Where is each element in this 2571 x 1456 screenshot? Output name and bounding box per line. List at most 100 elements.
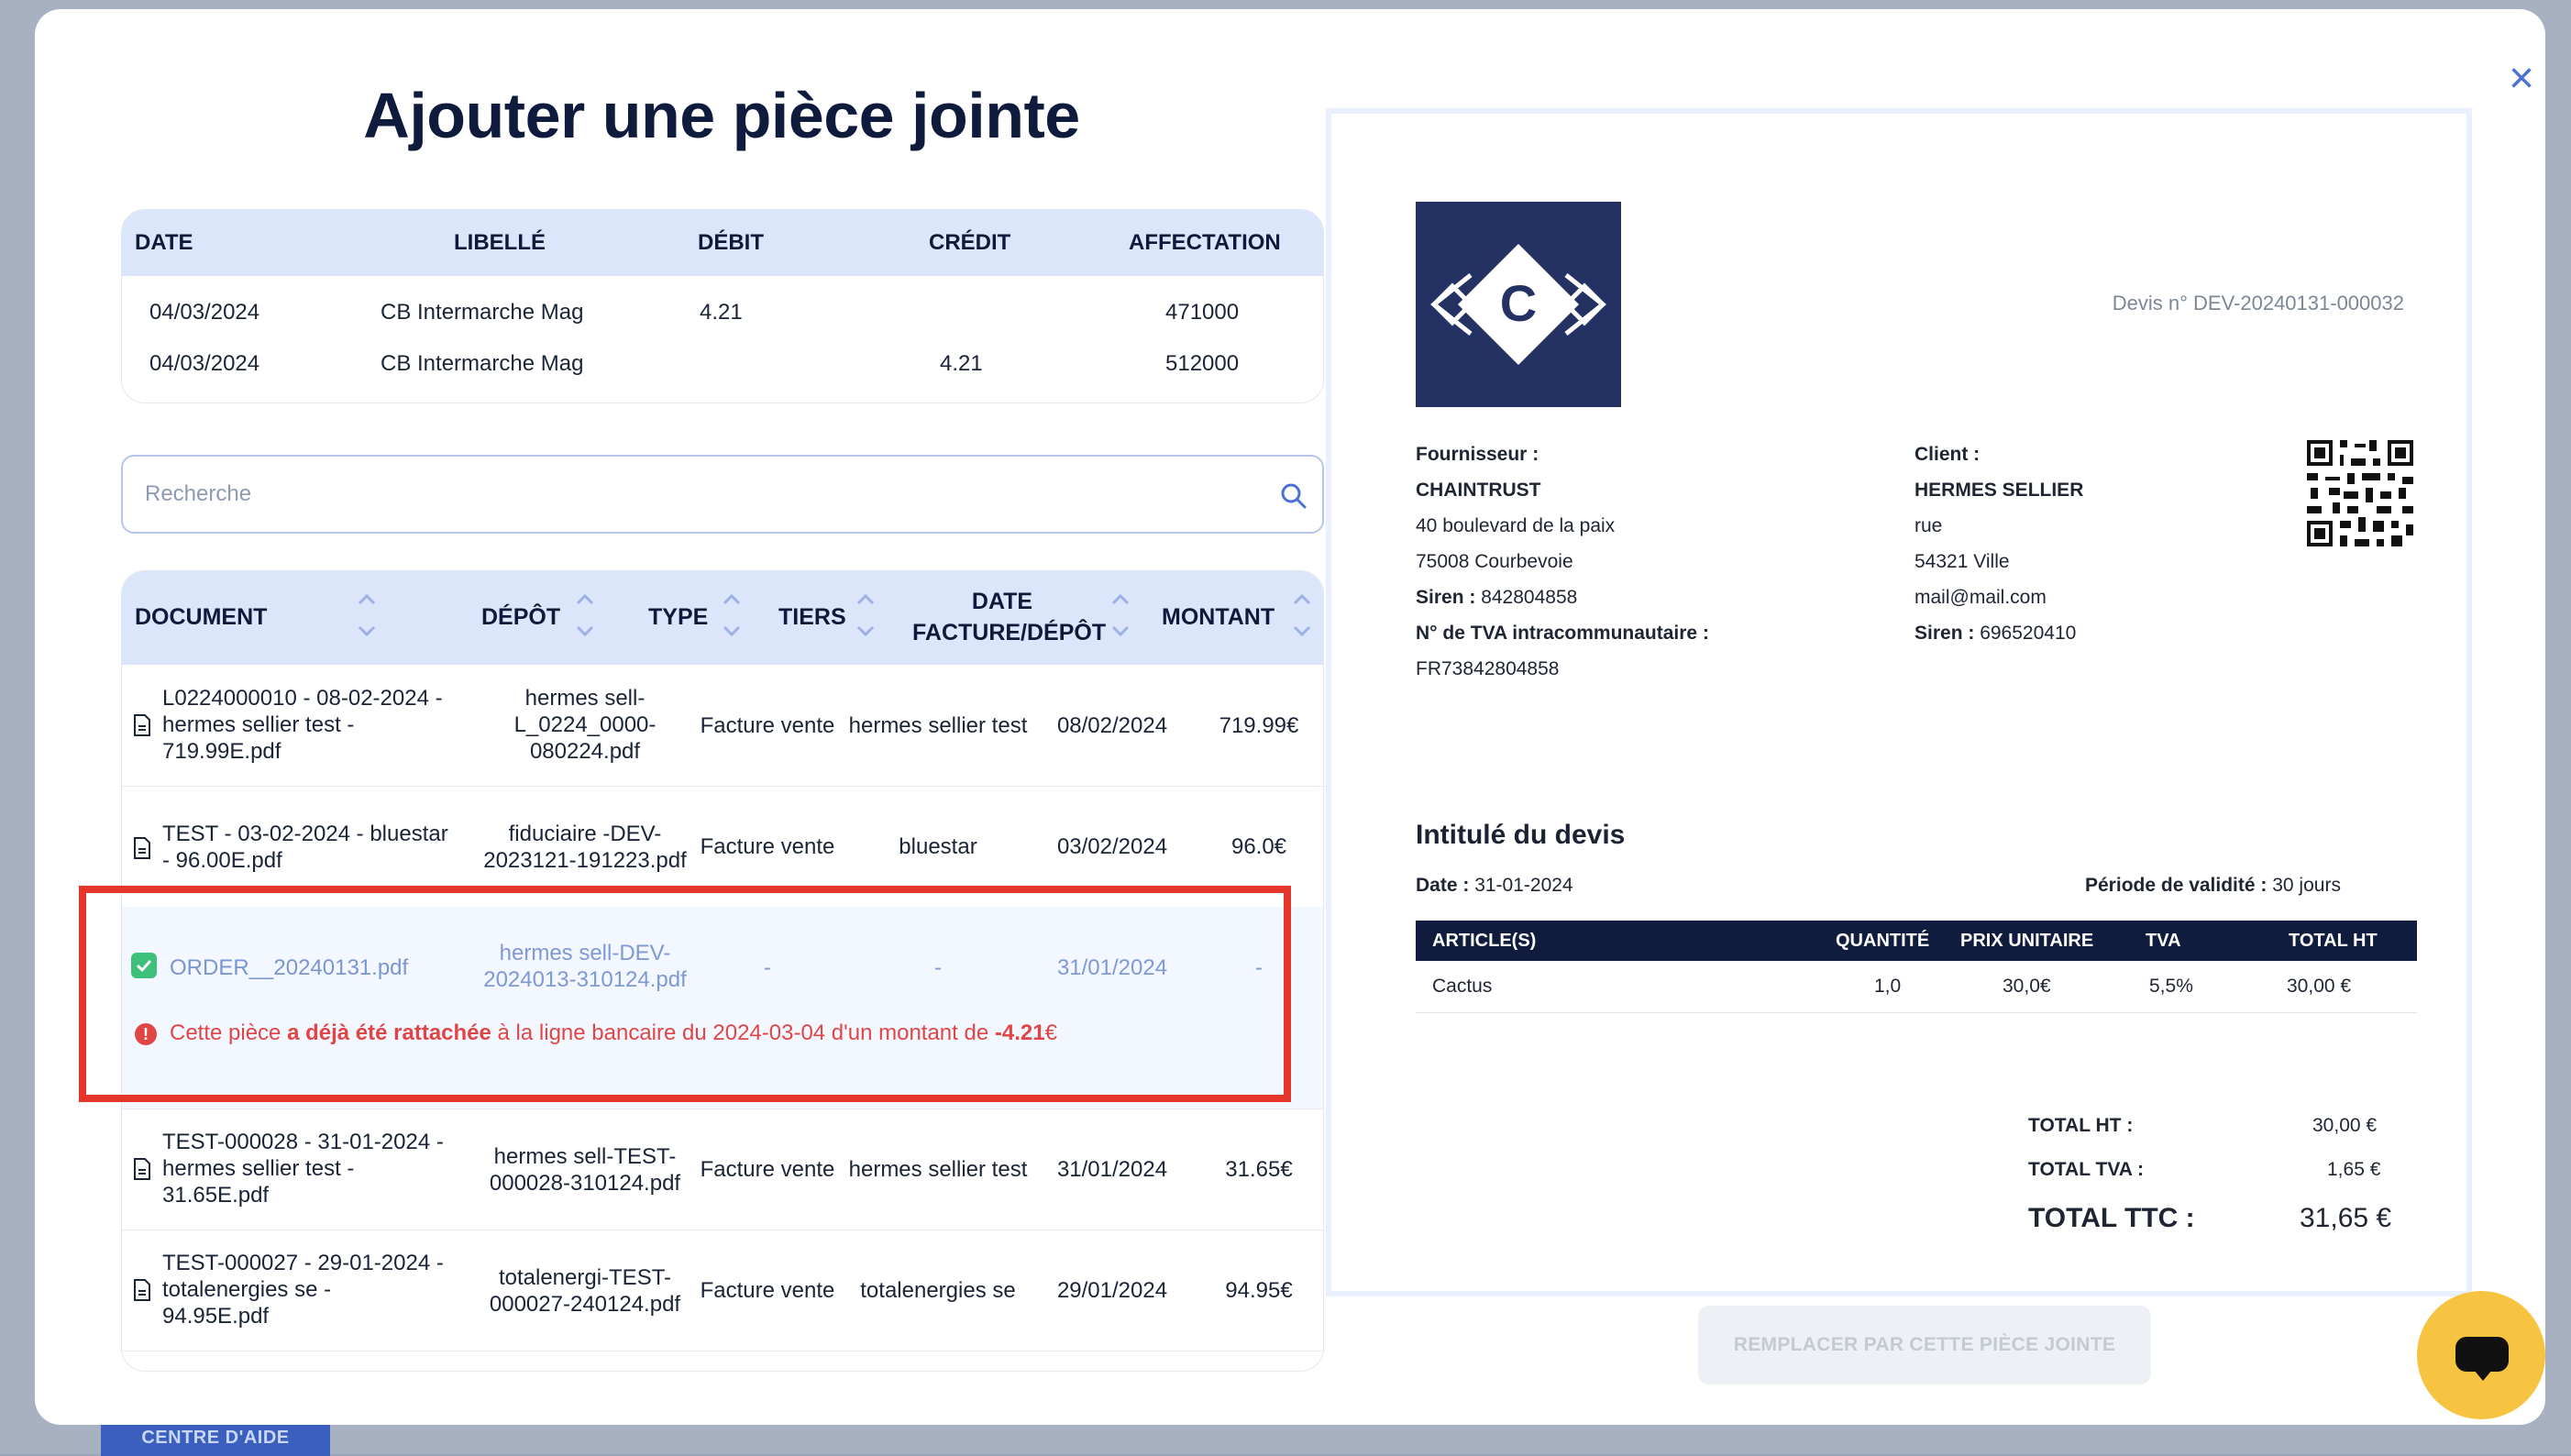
date-cell: 03/02/2024 [1056, 834, 1168, 859]
chat-bubble-icon[interactable] [2417, 1291, 2545, 1419]
col-type: TYPE [648, 604, 709, 630]
tiers-cell: hermes sellier test [848, 1157, 1028, 1182]
bank-row: 04/03/2024 CB Intermarche Mag 4.21 47100… [122, 285, 1323, 336]
bank-line-table: DATE LIBELLÉ DÉBIT CRÉDIT AFFECTATION 04… [121, 209, 1324, 403]
type-cell: Facture vente [700, 834, 835, 859]
logo-letter: C [1500, 274, 1537, 332]
doc-line: TEST-000028 - 31-01-2024 - [162, 1130, 444, 1154]
total-tva-value: 1,65 € [2327, 1159, 2381, 1180]
montant-cell: 719.99€ [1219, 713, 1299, 738]
bank-libelle: CB Intermarche Mag [381, 300, 584, 325]
col-document: DOCUMENT [135, 604, 268, 630]
col-credit: CRÉDIT [929, 230, 1011, 255]
tiers-cell: totalenergies se [860, 1278, 1016, 1303]
bank-debit: 4.21 [700, 300, 743, 325]
supplier-siren-value: 842804858 [1475, 587, 1578, 608]
date-cell: 31/01/2024 [1056, 1157, 1168, 1182]
doc-line: 719.99E.pdf [162, 739, 281, 764]
articles-col-unit: PRIX UNITAIRE [1960, 931, 2094, 951]
col-libelle: LIBELLÉ [454, 230, 546, 255]
quote-date-label: Date : [1416, 875, 1470, 896]
quote-validity-value: 30 jours [2267, 875, 2341, 896]
tiers-cell: bluestar [899, 834, 977, 859]
qr-code-icon [2303, 436, 2417, 550]
doc-line: 94.95E.pdf [162, 1304, 270, 1329]
sort-icon[interactable] [722, 590, 742, 645]
close-icon[interactable]: × [2503, 57, 2540, 101]
articles-header: ARTICLE(S) QUANTITÉ PRIX UNITAIRE TVA TO… [1416, 921, 2417, 961]
document-name[interactable]: L0224000010 - 08-02-2024 - hermes sellie… [162, 685, 443, 765]
chat-bubble-tail [2474, 1370, 2492, 1381]
client-address2: 54321 Ville [1914, 551, 2010, 572]
articles-col-tva: TVA [2146, 931, 2181, 951]
sort-icon[interactable] [855, 590, 876, 645]
depot-cell: hermes sell- L_0224_0000- 080224.pdf [470, 685, 700, 765]
article-tva: 5,5% [2149, 976, 2193, 997]
depot-line: L_0224_0000- [513, 712, 657, 737]
doc-line: TEST - 03-02-2024 - bluestar [162, 822, 448, 846]
sort-icon[interactable] [1110, 590, 1131, 645]
client-siren-label: Siren : [1914, 623, 1975, 644]
quote-date: Date : 31-01-2024 [1416, 875, 1573, 897]
sort-icon[interactable] [1292, 590, 1312, 645]
bank-affectation: 471000 [1165, 300, 1240, 325]
table-row[interactable]: TEST-000028 - 31-01-2024 - hermes sellie… [122, 1109, 1323, 1230]
depot-cell: totalenergi-TEST- 000027-240124.pdf [470, 1264, 700, 1318]
articles-col-total: TOTAL HT [2289, 931, 2378, 951]
doc-line: TEST-000027 - 29-01-2024 - [162, 1251, 444, 1275]
depot-line: 2023121-191223.pdf [483, 848, 687, 873]
client-siren: Siren : 696520410 [1914, 623, 2076, 645]
depot-line: 080224.pdf [529, 739, 641, 764]
article-unit: 30,0€ [2003, 976, 2051, 997]
doc-line: totalenergies se - [162, 1277, 332, 1302]
quote-date-value: 31-01-2024 [1469, 875, 1573, 896]
total-ttc-value: 31,65 € [2300, 1203, 2392, 1233]
table-row[interactable]: L0224000010 - 08-02-2024 - hermes sellie… [122, 665, 1323, 787]
replace-attachment-button[interactable]: REMPLACER PAR CETTE PIÈCE JOINTE [1698, 1306, 2151, 1384]
depot-cell: hermes sell-TEST- 000028-310124.pdf [470, 1143, 700, 1197]
depot-line: fiduciaire -DEV- [508, 822, 662, 846]
bank-libelle: CB Intermarche Mag [381, 351, 584, 376]
document-name[interactable]: TEST-000027 - 29-01-2024 - totalenergies… [162, 1250, 444, 1329]
article-row: Cactus 1,0 30,0€ 5,5% 30,00 € [1416, 961, 2417, 1013]
supplier-tva-label: N° de TVA intracommunautaire : [1416, 623, 1709, 644]
quote-title: Intitulé du devis [1416, 820, 1626, 850]
help-center-button[interactable]: CENTRE D'AIDE [101, 1419, 330, 1456]
bank-affectation: 512000 [1165, 351, 1240, 376]
depot-line: 000028-310124.pdf [489, 1171, 681, 1196]
type-cell: Facture vente [700, 1278, 835, 1303]
col-date-line2: FACTURE/DÉPÔT [912, 620, 1107, 645]
bank-date: 04/03/2024 [149, 351, 260, 376]
company-logo: C [1416, 202, 1621, 407]
search-input[interactable] [143, 473, 1229, 515]
supplier-label: Fournisseur : [1416, 444, 1539, 465]
document-name[interactable]: TEST - 03-02-2024 - bluestar - 96.00E.pd… [162, 821, 448, 874]
supplier-address2: 75008 Courbevoie [1416, 551, 1573, 572]
doc-line: L0224000010 - 08-02-2024 - [162, 686, 443, 711]
depot-line: totalenergi-TEST- [498, 1265, 672, 1290]
article-name: Cactus [1432, 976, 1493, 997]
col-montant: MONTANT [1162, 604, 1275, 630]
doc-line: hermes sellier test - [162, 712, 355, 737]
document-name[interactable]: TEST-000028 - 31-01-2024 - hermes sellie… [162, 1129, 444, 1208]
total-ht-label: TOTAL HT : [2028, 1115, 2134, 1136]
supplier-siren: Siren : 842804858 [1416, 587, 1577, 609]
quote-validity-label: Période de validité : [2085, 875, 2268, 896]
search-icon[interactable] [1280, 482, 1308, 510]
depot-line: 000027-240124.pdf [489, 1292, 681, 1317]
sort-icon[interactable] [575, 590, 595, 645]
articles-col-qty: QUANTITÉ [1836, 931, 1930, 951]
col-debit: DÉBIT [698, 230, 764, 255]
client-address1: rue [1914, 515, 1943, 536]
sort-icon[interactable] [357, 590, 377, 645]
articles-col-name: ARTICLE(S) [1432, 931, 1537, 951]
document-preview: C Devis n° DEV-20240131-000032 Fournisse… [1326, 108, 2472, 1296]
col-tiers: TIERS [778, 604, 846, 630]
date-cell: 29/01/2024 [1056, 1278, 1168, 1303]
table-row[interactable]: TEST-000027 - 29-01-2024 - totalenergies… [122, 1230, 1323, 1351]
modal-title: Ajouter une pièce jointe [363, 80, 1080, 151]
supplier-address1: 40 boulevard de la paix [1416, 515, 1616, 536]
type-cell: Facture vente [700, 1157, 835, 1182]
doc-line: 31.65E.pdf [162, 1183, 270, 1208]
quote-number: Devis n° DEV-20240131-000032 [2112, 292, 2404, 314]
